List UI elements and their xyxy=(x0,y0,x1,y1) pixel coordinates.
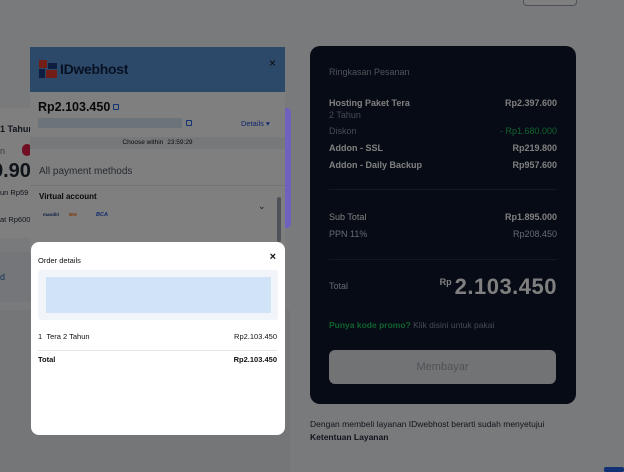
idwebhost-logo: IDwebhost xyxy=(39,60,128,78)
logo-text: IDwebhost xyxy=(60,61,129,77)
order-total-label: Total xyxy=(38,355,56,364)
order-id-field xyxy=(38,118,182,128)
chevron-down-icon[interactable]: ⌄ xyxy=(258,201,266,212)
order-details-title: Order details xyxy=(38,256,81,265)
all-payment-methods: All payment methods xyxy=(39,166,133,177)
close-icon[interactable]: × xyxy=(269,56,276,70)
payment-header: IDwebhost × xyxy=(30,47,285,92)
close-icon[interactable]: × xyxy=(270,251,276,263)
logo-icon xyxy=(39,60,57,78)
popup-side-accent xyxy=(285,108,291,228)
bank-logo-bca: BCA xyxy=(96,212,108,218)
order-total-value: Rp2.103.450 xyxy=(233,355,277,364)
order-details-sheet: Order details × 1 Tera 2 Tahun Rp2.103.4… xyxy=(31,242,285,435)
payment-popup: IDwebhost × Rp2.103.450 Details ▾ Choose… xyxy=(30,47,285,257)
order-banner xyxy=(38,270,278,320)
order-total-row: Total Rp2.103.450 xyxy=(38,355,277,364)
item-name: Tera 2 Tahun xyxy=(46,332,90,341)
bank-logo-mandiri: mandiri xyxy=(43,212,60,217)
bank-logo-bni: BNI xyxy=(69,212,77,217)
order-banner-placeholder xyxy=(46,277,271,313)
copy-icon[interactable] xyxy=(113,104,120,110)
details-link[interactable]: Details ▾ xyxy=(241,119,270,128)
countdown-bar: Choose within 23:59:29 xyxy=(30,137,285,149)
divider xyxy=(30,185,285,186)
scrollbar[interactable] xyxy=(277,197,281,242)
countdown-value: 23:59:29 xyxy=(167,139,193,146)
item-quantity: 1 xyxy=(38,332,43,341)
order-item-row: 1 Tera 2 Tahun Rp2.103.450 xyxy=(38,332,277,341)
countdown-label: Choose within xyxy=(122,139,164,146)
item-price: Rp2.103.450 xyxy=(234,332,277,341)
payment-amount: Rp2.103.450 xyxy=(38,100,120,114)
copy-icon[interactable] xyxy=(186,120,192,126)
virtual-account-option[interactable]: Virtual account xyxy=(39,192,97,201)
divider xyxy=(38,350,277,351)
